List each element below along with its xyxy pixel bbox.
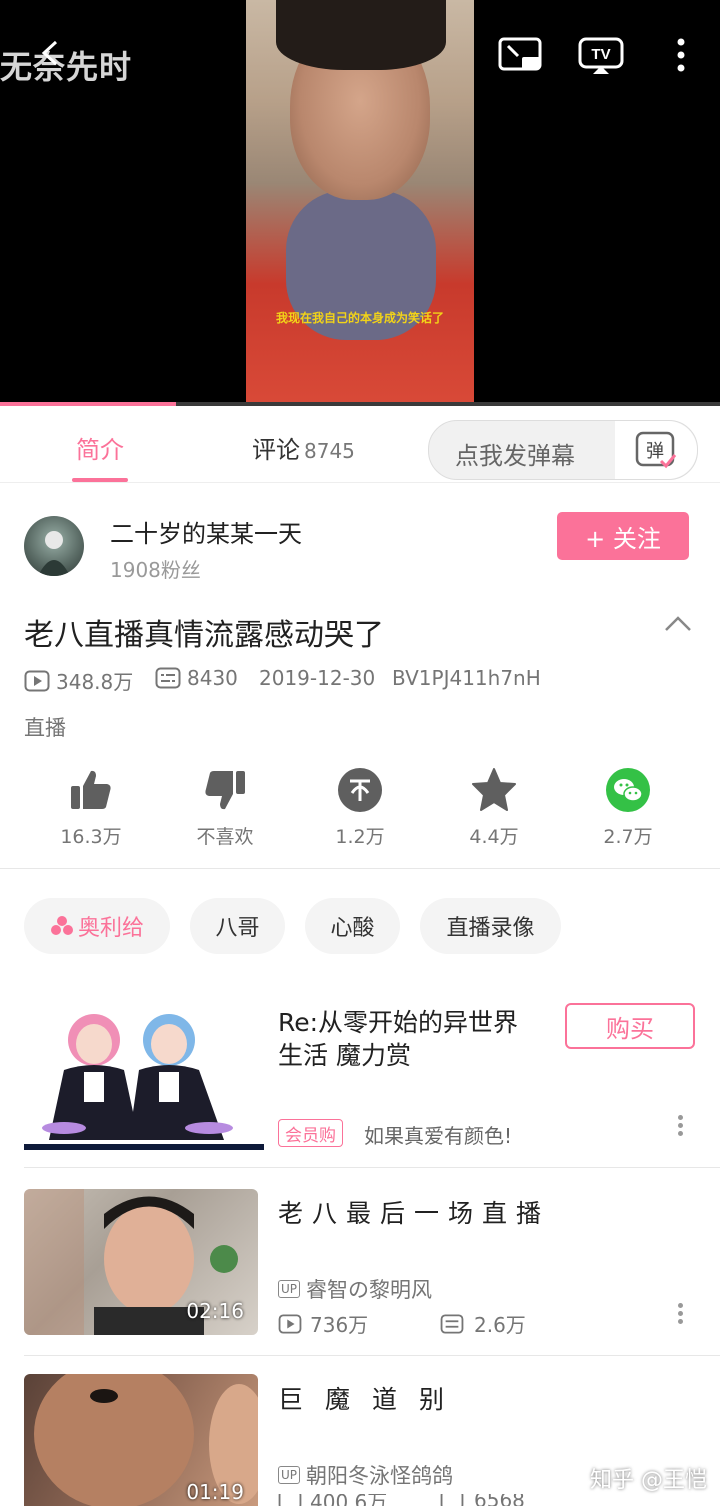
tab-comments-label: 评论 <box>252 436 300 464</box>
tag-item[interactable]: 心酸 <box>305 898 400 954</box>
uploader-avatar[interactable] <box>24 516 84 576</box>
video-duration: 01:19 <box>186 1480 244 1504</box>
hot-tag-icon <box>50 916 73 935</box>
tag-item[interactable]: 奥利给 <box>24 898 170 954</box>
danmaku-toggle-button[interactable]: 弹 <box>615 421 697 479</box>
rec-uploader[interactable]: UP 朝阳冬泳怪鸽鸽 <box>278 1460 453 1490</box>
play-count-icon <box>278 1494 302 1506</box>
tag-item[interactable]: 直播录像 <box>420 898 561 954</box>
video-player[interactable]: 无奈先时 我现在我自己的本身成为笑话了 TV <box>0 0 720 406</box>
rec-danmaku-count: 6568 <box>474 1494 525 1506</box>
danmaku-count: 8430 <box>155 666 238 690</box>
rec-view-count: 400.6万 <box>310 1494 388 1506</box>
play-count-icon <box>24 670 50 691</box>
publish-date: 2019-12-30 <box>259 666 376 690</box>
tab-active-indicator <box>72 478 128 482</box>
star-icon <box>472 768 516 811</box>
vip-shop-badge: 会员购 <box>278 1119 343 1147</box>
danmaku-count-icon <box>440 1313 464 1334</box>
back-arrow-icon[interactable] <box>36 38 66 68</box>
tag-item[interactable]: 八哥 <box>190 898 285 954</box>
ad-title-line2: 生活 魔力赏 <box>278 1041 411 1070</box>
rec-stats: 400.6万 6568 <box>278 1494 525 1506</box>
dislike-label: 不喜欢 <box>196 826 254 848</box>
svg-text:弹: 弹 <box>646 441 664 462</box>
tab-bar: 简介 评论 8745 点我发弹幕 弹 <box>0 406 720 483</box>
more-vertical-icon[interactable] <box>677 1300 683 1327</box>
share-wechat-button[interactable]: 2.7万 <box>568 766 688 849</box>
share-count: 2.7万 <box>603 826 653 848</box>
thumbs-down-icon <box>205 771 245 810</box>
bvid: BV1PJ411h7nH <box>392 666 541 690</box>
favorite-count: 4.4万 <box>469 826 519 848</box>
danmaku-input[interactable]: 点我发弹幕 弹 <box>428 420 698 480</box>
video-category[interactable]: 直播 <box>24 712 66 742</box>
video-duration: 02:16 <box>186 1299 244 1323</box>
video-subtitle: 我现在我自己的本身成为笑话了 <box>275 311 444 325</box>
danmaku-count-icon <box>440 1494 464 1506</box>
up-badge-icon: UP <box>278 1280 301 1298</box>
ad-title[interactable]: Re:从零开始的异世界 生活 魔力赏 <box>278 1006 548 1072</box>
list-divider <box>24 1355 720 1356</box>
coin-button[interactable]: 1.2万 <box>300 766 420 849</box>
dislike-button[interactable]: 不喜欢 <box>165 766 285 849</box>
video-figure-hair <box>276 0 446 70</box>
ad-title-line1: Re:从零开始的异世界 <box>278 1008 519 1037</box>
svg-text:TV: TV <box>591 46 610 63</box>
follow-button[interactable]: + 关注 <box>557 512 689 560</box>
tv-cast-icon[interactable]: TV <box>578 36 624 76</box>
mini-window-icon[interactable] <box>498 36 544 74</box>
coin-icon <box>338 768 382 812</box>
tab-comments[interactable]: 评论 8745 <box>252 430 355 465</box>
video-title: 老八直播真情流露感动哭了 <box>24 618 384 653</box>
danmaku-icon: 弹 <box>635 431 677 469</box>
video-thumbnail[interactable]: 02:16 <box>24 1189 258 1335</box>
video-thumbnail[interactable]: 01:19 <box>24 1374 258 1506</box>
tab-intro[interactable]: 简介 <box>76 430 124 465</box>
like-button[interactable]: 16.3万 <box>31 766 151 849</box>
section-divider <box>0 868 720 869</box>
view-count: 348.8万 <box>24 666 133 695</box>
buy-button[interactable]: 购买 <box>565 1003 695 1049</box>
coin-count: 1.2万 <box>335 826 385 848</box>
video-side-text: 无奈先时 <box>0 48 133 86</box>
tag-label: 奥利给 <box>77 916 144 941</box>
rec-video-title[interactable]: 巨魔道别 <box>278 1380 466 1416</box>
rec-uploader-name: 朝阳冬泳怪鸽鸽 <box>306 1464 454 1488</box>
rec-uploader[interactable]: UP 睿智の黎明风 <box>278 1274 432 1304</box>
up-badge-icon: UP <box>278 1466 301 1484</box>
ad-slogan: 如果真爱有颜色! <box>364 1124 513 1148</box>
video-frame: 我现在我自己的本身成为笑话了 <box>246 0 474 406</box>
favorite-button[interactable]: 4.4万 <box>434 766 554 849</box>
rec-uploader-name: 睿智の黎明风 <box>306 1278 433 1302</box>
danmaku-count-icon <box>155 667 181 689</box>
rec-video-title[interactable]: 老八最后一场直播 <box>278 1194 550 1230</box>
thumbs-up-icon <box>71 770 111 809</box>
zhihu-watermark: 知乎 @王恺 <box>590 1468 707 1493</box>
rec-stats: 736万 2.6万 <box>278 1309 526 1338</box>
like-count: 16.3万 <box>60 826 122 848</box>
more-vertical-icon[interactable] <box>677 1112 683 1139</box>
wechat-icon <box>606 768 650 812</box>
chevron-up-icon[interactable] <box>664 614 692 634</box>
uploader-name[interactable]: 二十岁的某某一天 <box>110 514 302 549</box>
rec-view-count: 736万 <box>310 1313 369 1337</box>
danmaku-placeholder: 点我发弹幕 <box>455 442 575 470</box>
play-count-icon <box>278 1313 302 1334</box>
ad-image[interactable] <box>24 1000 264 1150</box>
more-vertical-icon[interactable] <box>674 36 688 76</box>
uploader-fans-count: 1908粉丝 <box>110 558 201 582</box>
tab-comments-count: 8745 <box>304 439 355 463</box>
rec-danmaku-count: 2.6万 <box>474 1313 526 1337</box>
list-divider <box>24 1167 720 1168</box>
